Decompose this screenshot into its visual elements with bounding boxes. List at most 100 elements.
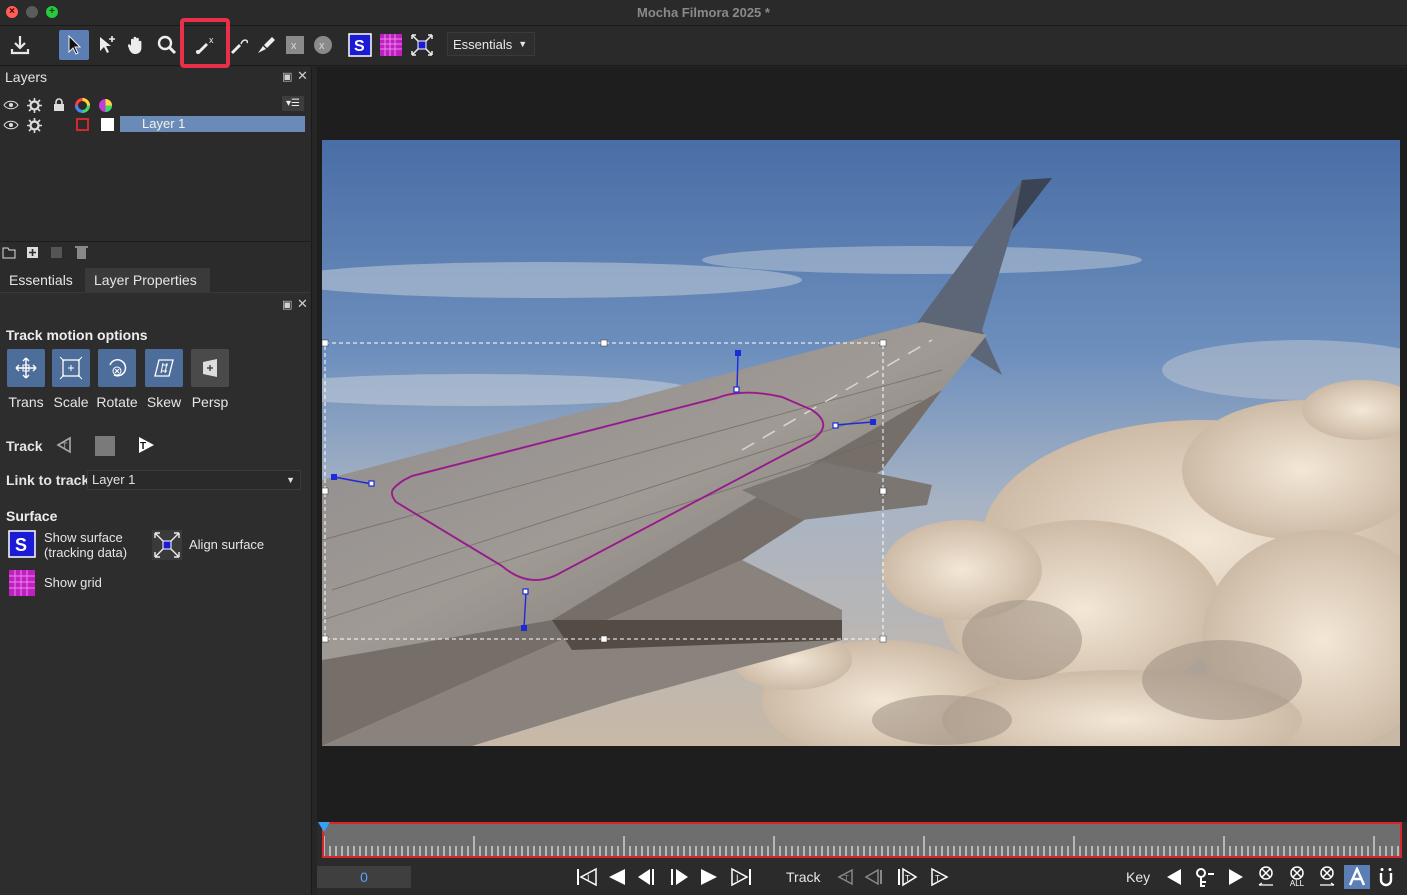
matte-color-icon [99,99,112,112]
uberkey-toggle[interactable] [1375,865,1397,889]
track-forwards-icon[interactable]: T [136,435,156,455]
timeline-track-label: Track [786,869,821,885]
show-surface-label-line1: Show surface [44,530,123,545]
brush-icon[interactable] [251,30,281,60]
show-grid-label: Show grid [44,575,102,590]
perspective-icon [203,359,217,377]
show-grid-icon[interactable] [376,30,406,60]
delete-key-forward-button[interactable] [1315,865,1339,889]
rotate-button[interactable] [98,349,136,387]
play-forwards-button[interactable] [697,865,721,889]
layers-footer [0,241,310,263]
scale-icon [59,356,83,380]
playhead-icon[interactable] [317,822,331,834]
step-forward-button[interactable] [667,865,691,889]
track-backwards-button[interactable]: T [834,865,856,889]
show-surface-icon: S [8,530,36,558]
align-surface-label: Align surface [189,537,265,552]
layer-color-swatch[interactable] [76,118,89,131]
frame-number-field[interactable]: 0 [317,866,411,888]
align-surface-button[interactable] [152,530,182,560]
delete-key-back-button[interactable] [1254,865,1278,889]
align-surface-icon[interactable] [407,30,437,60]
viewer-panel [317,67,1407,822]
step-back-button[interactable] [635,865,659,889]
stop-tracking-button[interactable] [95,436,115,456]
svg-text:I: I [587,873,590,883]
duplicate-layer-icon [51,247,62,258]
track-forward-one-button[interactable]: T [895,865,919,889]
add-point-tool-icon[interactable] [92,30,122,60]
play-backwards-button[interactable] [605,865,629,889]
matte-swatch[interactable] [101,118,114,131]
track-backwards-icon: T [837,868,853,886]
go-to-end-icon: I [731,867,751,887]
add-key-icon [1196,868,1214,887]
zoom-tool-icon[interactable] [152,30,182,60]
layer-row[interactable]: Layer 1 [0,116,310,134]
track-backwards-icon[interactable]: T [54,435,74,455]
layer-name[interactable]: Layer 1 [120,116,305,132]
timeline-panel: 0 I I Track T T T Key ALL [317,822,1407,895]
svg-text:x: x [291,40,297,52]
go-to-in-point-button[interactable]: I [575,865,599,889]
settings-gear-icon [27,118,42,133]
track-forwards-button[interactable]: T [927,865,951,889]
scale-button[interactable] [52,349,90,387]
next-key-button[interactable] [1224,865,1248,889]
link-to-track-select[interactable]: Layer 1 ▼ [87,470,301,490]
svg-text:T: T [935,874,940,883]
timeline-ruler[interactable] [322,822,1402,858]
show-surface-label-line2: (tracking data) [44,545,128,560]
add-key-button[interactable] [1193,865,1217,889]
chevron-down-icon: ▼ [286,475,295,485]
export-icon[interactable] [5,30,35,60]
float-panel-icon[interactable]: ▣ [282,70,292,83]
close-panel-icon[interactable]: ✕ [297,296,308,312]
float-panel-icon[interactable]: ▣ [282,298,292,311]
mocha-app-window: × + Mocha Filmora 2025 * x x x S Essenti… [0,0,1407,895]
viewer-canvas[interactable] [322,140,1400,746]
svg-text:T: T [905,874,910,883]
go-to-out-point-button[interactable]: I [729,865,753,889]
tab-essentials[interactable]: Essentials [0,268,82,292]
trans-button[interactable] [7,349,45,387]
track-back-one-icon [864,868,882,886]
scale-label: Scale [53,394,89,410]
pan-tool-icon[interactable] [121,30,151,60]
layer-menu-icon[interactable]: ▾☰ [282,96,304,111]
persp-button[interactable] [191,349,229,387]
autokey-icon [1348,867,1366,886]
link-to-track-label: Link to track [6,472,90,488]
svg-text:S: S [15,535,27,555]
layers-header-row: ▾☰ [0,96,310,114]
previous-key-button[interactable] [1162,865,1186,889]
color-wheel-icon [75,98,90,113]
workspace-select[interactable]: Essentials ▼ [447,32,535,56]
clear-icon[interactable]: x [280,30,310,60]
svg-text:S: S [354,38,365,55]
step-forward-icon [671,869,688,885]
show-surface-toggle[interactable]: S [7,529,37,559]
close-panel-icon[interactable]: ✕ [297,68,308,84]
autokey-toggle[interactable] [1344,865,1370,889]
visibility-icon [3,100,19,110]
uberkey-icon [1379,868,1393,887]
create-xspline-highlight [180,18,230,68]
show-grid-toggle[interactable] [7,568,37,598]
select-tool-icon[interactable] [59,30,89,60]
persp-label: Persp [191,394,229,410]
tab-layer-properties[interactable]: Layer Properties [85,268,210,292]
show-surface-icon[interactable]: S [345,30,375,60]
track-motion-title: Track motion options [6,327,148,343]
new-layer-icon [27,247,38,258]
svg-text:T: T [844,874,849,883]
x-circle-icon[interactable]: x [308,30,338,60]
track-back-one-button[interactable] [864,865,886,889]
layers-list: ▾☰ Layer 1 [0,94,310,239]
show-grid-icon [9,570,35,596]
delete-all-keys-icon [1290,866,1304,880]
skew-button[interactable] [145,349,183,387]
delete-all-keys-button[interactable]: ALL [1285,865,1309,889]
svg-text:x: x [319,40,325,52]
